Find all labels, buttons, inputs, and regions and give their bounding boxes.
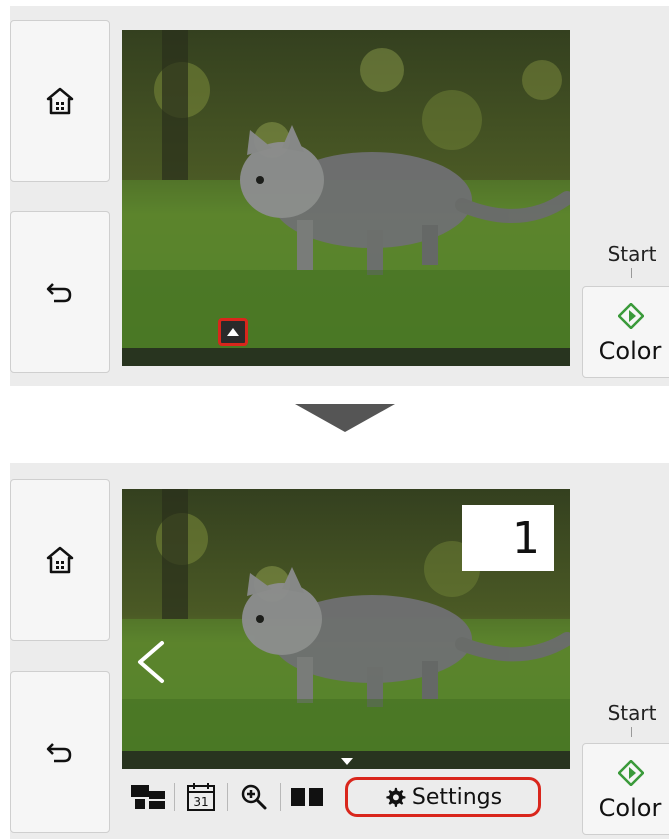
two-page-icon [291,788,323,806]
previous-photo-icon[interactable] [134,639,168,685]
zoom-button[interactable] [228,777,280,817]
zoom-in-icon [241,784,267,810]
start-diamond-icon [618,303,644,329]
start-label: Start [607,242,657,266]
top-screen: Start Color [10,6,669,386]
kitten-photo [122,30,570,366]
caret-up-icon [227,328,239,336]
back-arrow-icon [46,283,72,303]
preview-bottom-bar [122,348,570,366]
home-icon [46,546,74,574]
start-label: Start [607,701,657,725]
collapse-menu-icon[interactable] [341,758,353,765]
color-label: Color [598,337,662,365]
home-icon [46,87,74,115]
copies-input[interactable]: 1 [462,505,554,571]
display-mode-button[interactable] [281,777,333,817]
color-start-button[interactable]: Color [582,286,669,378]
color-start-button[interactable]: Color [582,743,669,835]
calendar-date: 31 [193,795,208,809]
start-tick [631,727,632,737]
settings-label: Settings [411,784,503,810]
layout-button[interactable] [122,777,174,817]
color-label: Color [598,794,662,822]
home-button[interactable] [10,20,110,182]
expand-menu-button[interactable] [218,318,248,346]
start-diamond-icon [618,760,644,786]
calendar-icon: 31 [187,783,215,811]
settings-button[interactable]: Settings [345,777,541,817]
back-button[interactable] [10,671,110,833]
transition-arrow-icon [295,404,395,432]
photo-preview[interactable] [122,30,570,366]
photo-toolbar: 31 Settings [122,769,570,825]
bottom-screen: 1 1 31 [10,463,669,839]
gear-icon [386,787,406,807]
date-button[interactable]: 31 [175,777,227,817]
home-button[interactable] [10,479,110,641]
start-tick [631,268,632,278]
back-button[interactable] [10,211,110,373]
layout-icon [131,785,165,809]
back-arrow-icon [46,743,72,763]
photo-preview[interactable]: 1 1 [122,489,570,769]
